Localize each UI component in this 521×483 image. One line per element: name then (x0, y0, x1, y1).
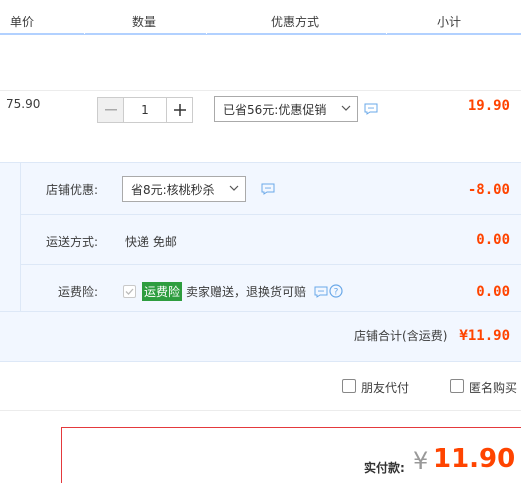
chat-icon[interactable] (261, 183, 275, 195)
item-promo-select[interactable]: 已省56元:优惠促销 (214, 96, 358, 122)
block-divider (20, 214, 521, 215)
item-subtotal: 19.90 (467, 98, 510, 114)
quantity-input[interactable]: 1 (124, 98, 166, 122)
item-promo-select-value: 已省56元:优惠促销 (223, 102, 327, 117)
anonymous-label[interactable]: 匿名购买 (469, 379, 517, 396)
block-left-border (20, 162, 21, 311)
shop-total: 店铺合计(含运费) ¥11.90 (354, 327, 510, 344)
insurance-text: 卖家赠送，退换货可赔 (186, 285, 307, 299)
header-separator (386, 28, 387, 34)
shop-total-label: 店铺合计(含运费) (354, 329, 448, 343)
header-divider (0, 33, 521, 35)
anonymous-checkbox[interactable] (450, 379, 464, 393)
item-unit-price: 75.90 (6, 97, 41, 111)
insurance-label: 运费险: (58, 285, 99, 299)
chevron-down-icon (229, 185, 239, 191)
item-row-divider (0, 90, 521, 91)
insurance-checkbox[interactable] (123, 285, 136, 298)
chat-icon[interactable] (314, 286, 328, 298)
payment-currency: ¥ (413, 447, 429, 475)
block-divider (20, 264, 521, 265)
header-separator (84, 28, 85, 34)
insurance-info: 运费险 卖家赠送，退换货可赔 (142, 282, 306, 301)
header-separator (206, 28, 207, 34)
options-divider (0, 410, 521, 411)
header-unit-price: 单价 (10, 15, 35, 29)
shipping-label: 运送方式: (46, 235, 99, 249)
quantity-increase-button[interactable] (166, 98, 192, 122)
check-icon (125, 288, 134, 295)
shop-promo-value: -8.00 (467, 182, 510, 198)
quantity-decrease-button[interactable] (98, 98, 124, 122)
shop-promo-label: 店铺优惠: (46, 183, 99, 197)
plus-icon (173, 104, 186, 116)
block-divider (0, 311, 521, 312)
insurance-tag: 运费险 (142, 282, 183, 301)
block-divider (0, 361, 521, 362)
svg-text:?: ? (334, 288, 339, 298)
header-promo-method: 优惠方式 (271, 15, 320, 29)
friend-pay-label[interactable]: 朋友代付 (361, 379, 409, 396)
header-quantity: 数量 (132, 15, 157, 29)
header-subtotal: 小计 (437, 15, 462, 29)
insurance-cost: 0.00 (476, 284, 510, 300)
shipping-value: 快递 免邮 (125, 235, 177, 249)
payment-label: 实付款: (364, 461, 405, 475)
help-icon[interactable]: ? (329, 284, 343, 298)
chat-icon[interactable] (364, 103, 378, 115)
shop-promo-select[interactable]: 省8元:核桃秒杀 (122, 176, 246, 202)
block-divider (0, 162, 521, 163)
shop-promo-select-value: 省8元:核桃秒杀 (131, 182, 215, 197)
minus-icon (104, 109, 117, 111)
shipping-cost: 0.00 (476, 232, 510, 248)
payment-amount: 11.90 (433, 444, 516, 474)
shop-total-value: ¥11.90 (459, 327, 510, 344)
chevron-down-icon (341, 105, 351, 111)
friend-pay-checkbox[interactable] (342, 379, 356, 393)
quantity-stepper[interactable]: 1 (97, 97, 193, 123)
